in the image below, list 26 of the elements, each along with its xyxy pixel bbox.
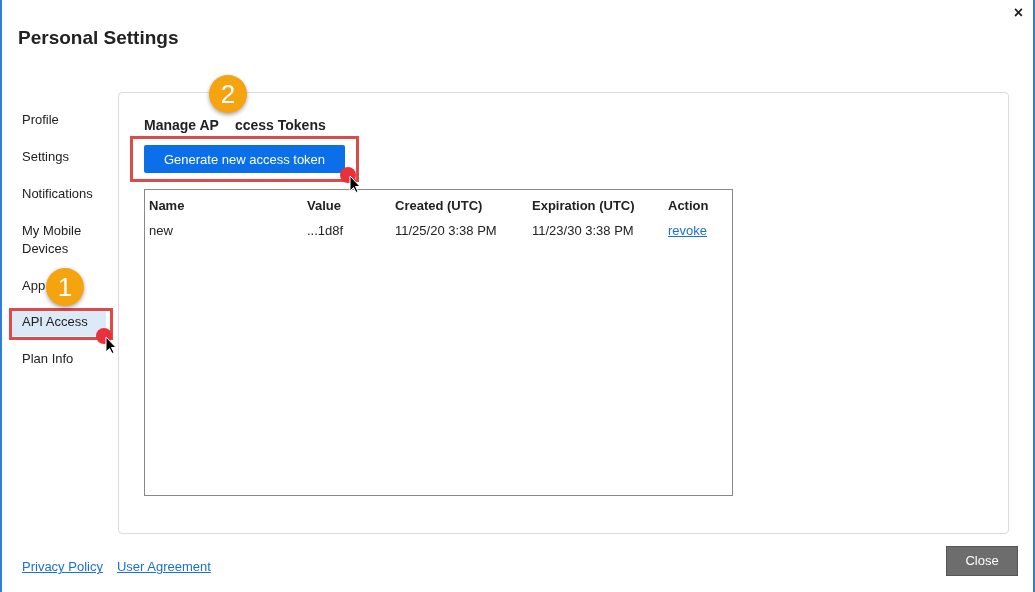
column-header: Created (UTC) (395, 198, 483, 214)
pointer-icon (96, 328, 118, 355)
column-header: Name (149, 198, 185, 214)
table-cell: ...1d8f (307, 223, 344, 239)
step-badge: 1 (46, 268, 84, 307)
section-heading: ccess Tokens (234, 116, 326, 134)
generate-token-button[interactable]: Generate new access token (144, 145, 345, 174)
table-cell: 11/25/20 3:38 PM (395, 223, 497, 239)
column-header: Value (307, 198, 341, 214)
dialog-title: Personal Settings (18, 26, 179, 50)
revoke-link[interactable]: revoke (668, 223, 708, 239)
column-header: Expiration (UTC) (532, 198, 635, 214)
sidebar-item[interactable]: Notifications (10, 175, 106, 213)
sidebar-item[interactable]: Plan Info (10, 340, 106, 378)
sidebar-item[interactable]: Settings (10, 138, 106, 176)
step-badge: 2 (209, 75, 247, 114)
sidebar-item[interactable]: My Mobile Devices (10, 212, 106, 268)
sidebar-item[interactable]: Profile (10, 101, 106, 139)
section-heading: Manage AP (144, 116, 219, 134)
column-header: Action (668, 198, 709, 214)
table-cell: new (149, 223, 173, 239)
footer-link[interactable]: Privacy Policy (22, 557, 103, 577)
pointer-icon (340, 167, 362, 194)
footer-link[interactable]: User Agreement (116, 557, 211, 577)
table-cell: 11/23/30 3:38 PM (532, 223, 634, 239)
close-button[interactable]: Close (946, 546, 1018, 577)
